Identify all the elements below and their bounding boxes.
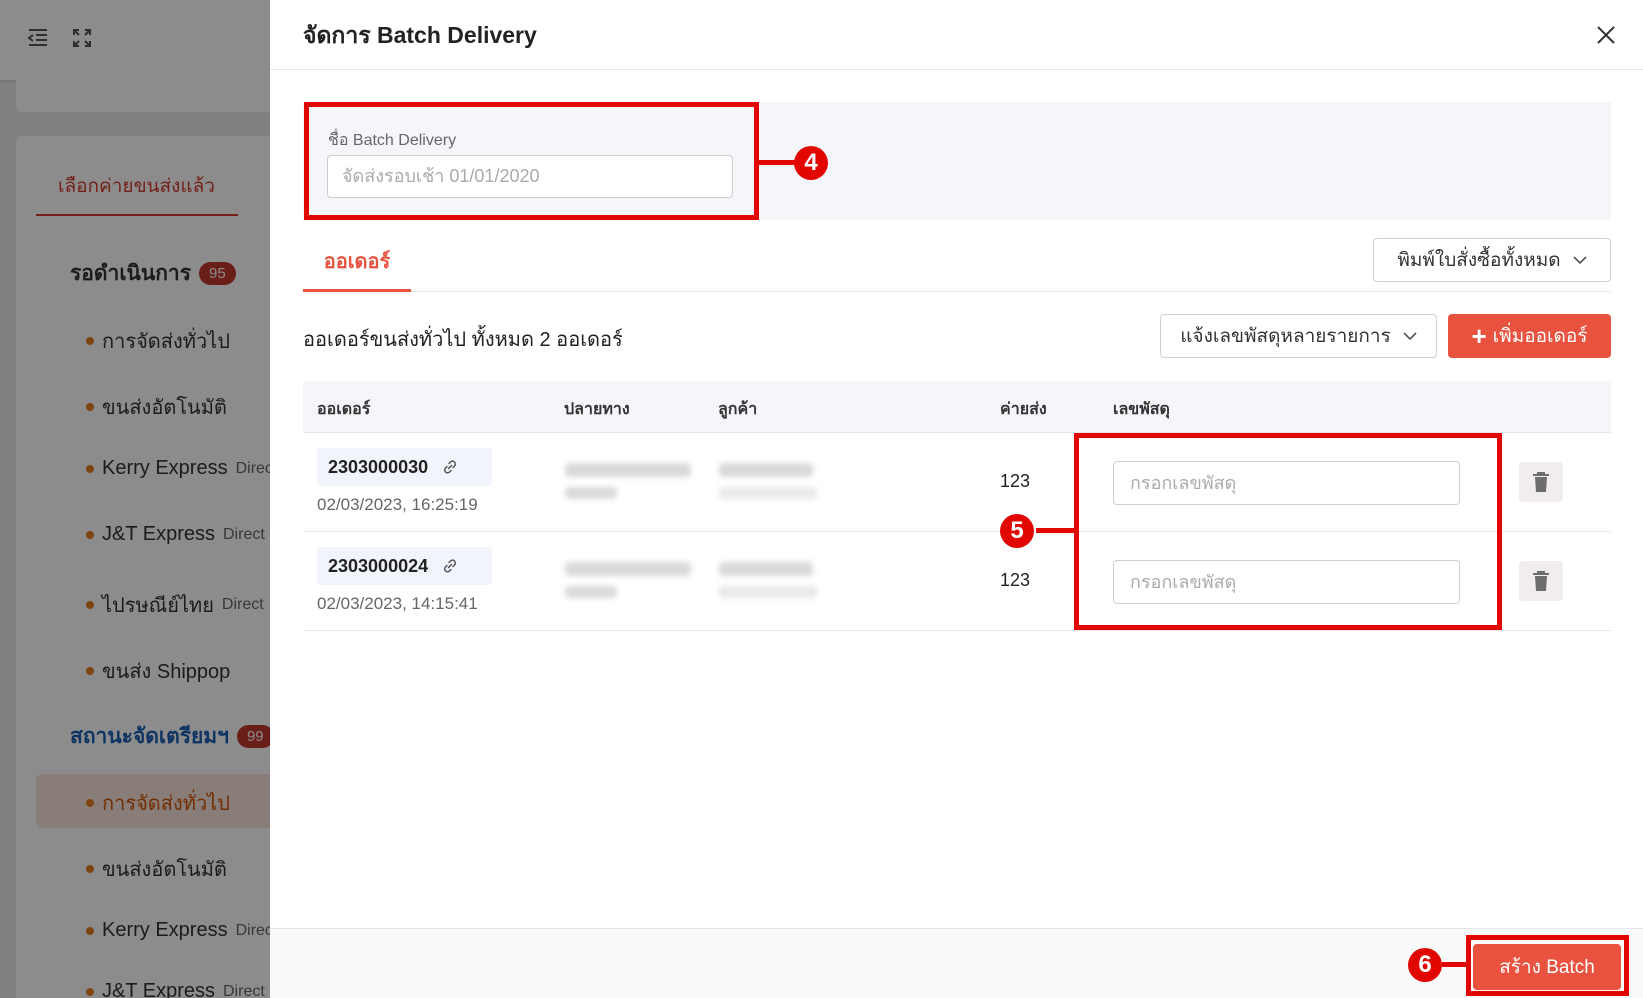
bulk-tracking-dropdown[interactable]: แจ้งเลขพัสดุหลายรายการ	[1160, 314, 1437, 358]
order-date: 02/03/2023, 16:25:19	[317, 495, 478, 514]
column-shipping-cost: ค่ายส่ง	[1000, 401, 1047, 418]
chevron-down-icon	[1573, 255, 1587, 264]
blurred-customer	[719, 463, 813, 477]
blurred-destination-line	[565, 487, 617, 499]
blurred-customer	[719, 562, 813, 576]
trash-icon	[1533, 571, 1549, 591]
annotation-number-6: 6	[1408, 948, 1442, 982]
annotation-connector-4	[759, 160, 797, 165]
annotation-connector-5	[1036, 528, 1074, 533]
blurred-customer-line	[719, 487, 817, 499]
bulk-tracking-label: แจ้งเลขพัสดุหลายรายการ	[1180, 326, 1391, 347]
drawer-title: จัดการ Batch Delivery	[303, 22, 537, 48]
chevron-down-icon	[1403, 331, 1417, 340]
blurred-destination	[565, 562, 691, 576]
annotation-number-4: 4	[794, 146, 828, 180]
blurred-customer-line	[719, 586, 817, 598]
trash-icon	[1533, 472, 1549, 492]
close-button[interactable]	[1591, 20, 1621, 50]
blurred-destination	[565, 463, 691, 477]
annotation-number-5: 5	[1000, 514, 1034, 548]
add-order-button[interactable]: + เพิ่มออเดอร์	[1448, 314, 1611, 358]
link-icon[interactable]	[442, 459, 458, 475]
link-icon[interactable]	[442, 558, 458, 574]
tab-orders[interactable]: ออเดอร์	[303, 236, 411, 292]
shipping-cost: 123	[1000, 471, 1031, 491]
delete-order-button[interactable]	[1519, 561, 1563, 601]
add-order-label: เพิ่มออเดอร์	[1492, 326, 1588, 347]
plus-icon: +	[1471, 321, 1487, 351]
annotation-box-6	[1466, 935, 1629, 996]
annotation-box-4	[304, 102, 759, 220]
order-date: 02/03/2023, 14:15:41	[317, 594, 478, 613]
delete-order-button[interactable]	[1519, 462, 1563, 502]
order-chip[interactable]: 2303000030	[317, 448, 492, 486]
column-order: ออเดอร์	[317, 401, 371, 418]
order-chip[interactable]: 2303000024	[317, 547, 492, 585]
table-header: ออเดอร์ ปลายทาง ลูกค้า ค่ายส่ง เลขพัสดุ	[303, 381, 1611, 433]
print-all-label: พิมพ์ใบสั่งซื้อทั้งหมด	[1397, 250, 1561, 271]
column-destination: ปลายทาง	[564, 401, 630, 418]
column-customer: ลูกค้า	[718, 401, 758, 418]
orders-summary: ออเดอร์ขนส่งทั่วไป ทั้งหมด 2 ออเดอร์	[303, 329, 623, 351]
column-tracking: เลขพัสดุ	[1113, 401, 1170, 418]
print-all-dropdown[interactable]: พิมพ์ใบสั่งซื้อทั้งหมด	[1373, 238, 1611, 282]
order-id: 2303000024	[328, 555, 429, 576]
drawer-header: จัดการ Batch Delivery	[270, 0, 1643, 70]
tab-row: ออเดอร์ พิมพ์ใบสั่งซื้อทั้งหมด	[303, 236, 1611, 292]
order-id: 2303000030	[328, 456, 429, 477]
blurred-destination-line	[565, 586, 617, 598]
close-icon	[1597, 26, 1615, 44]
annotation-connector-6	[1442, 962, 1468, 967]
annotation-box-5	[1074, 433, 1502, 630]
shipping-cost: 123	[1000, 570, 1031, 590]
